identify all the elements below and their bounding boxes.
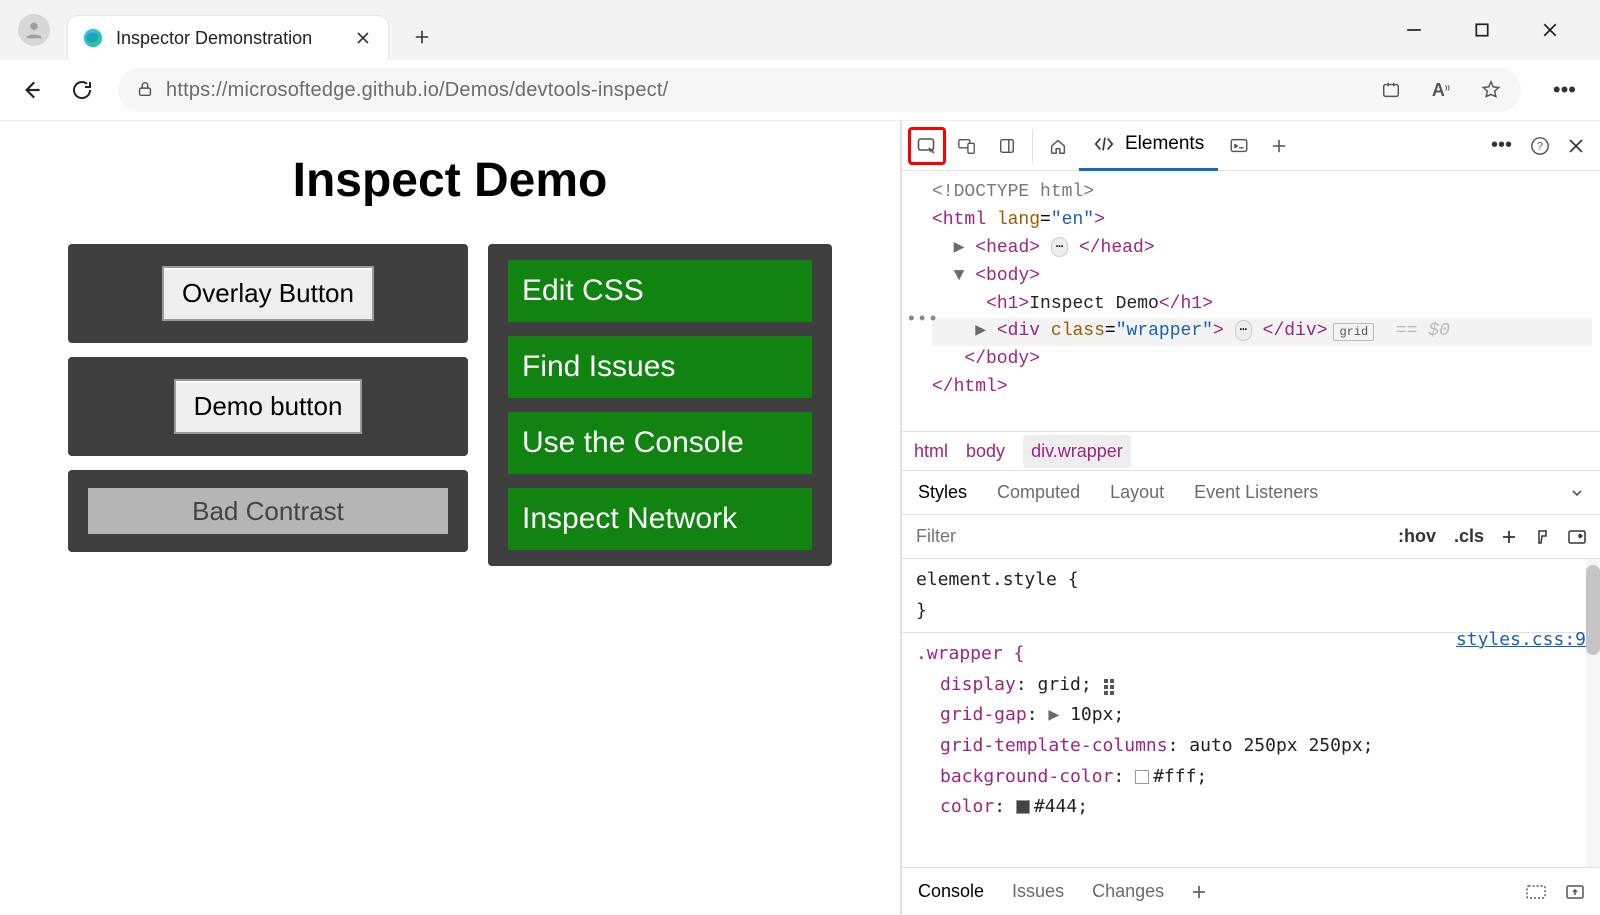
paint-icon[interactable] [1534,529,1550,545]
panel-toggle-icon[interactable] [1568,530,1586,544]
drawer-tab-issues[interactable]: Issues [1012,881,1064,902]
demo-card-2: Demo button [68,357,468,456]
lock-icon [136,80,156,100]
window-close-button[interactable] [1540,20,1560,40]
dock-button[interactable] [988,127,1026,165]
panel-tabs-expand-icon[interactable] [1570,486,1584,500]
dom-selected-node[interactable]: ▶ <div class="wrapper"> ⋯ </div>grid == … [932,318,1592,346]
welcome-tab-button[interactable] [1039,127,1077,165]
edge-icon [82,27,104,49]
styles-rules[interactable]: element.style { } styles.css:9 .wrapper … [902,559,1600,867]
drawer-expand-icon[interactable] [1566,885,1584,899]
browser-tab[interactable]: Inspector Demonstration [68,16,388,60]
inspect-element-button[interactable] [908,127,946,165]
devtools-drawer: Console Issues Changes [902,867,1600,915]
devtools-more-button[interactable]: ••• [1491,134,1512,157]
overlay-button[interactable]: Overlay Button [162,266,374,321]
titlebar: Inspector Demonstration [0,0,1600,60]
grid-swatch-icon [1103,678,1117,692]
styles-scrollbar[interactable] [1586,559,1600,867]
devtools-toolbar: Elements ••• ? [902,121,1600,171]
demo-card-1: Overlay Button [68,244,468,343]
selection-marker-icon: ••• [906,307,938,335]
link-edit-css[interactable]: Edit CSS [508,260,812,322]
crumb-body[interactable]: body [966,441,1005,462]
tab-layout[interactable]: Layout [1110,482,1164,503]
new-style-button[interactable] [1502,530,1516,544]
devtools-close-button[interactable] [1568,138,1584,154]
refresh-button[interactable] [60,68,104,112]
window-minimize-button[interactable] [1404,20,1424,40]
address-field[interactable]: https://microsoftedge.github.io/Demos/de… [118,68,1521,112]
tab-close-button[interactable] [354,29,372,47]
back-button[interactable] [10,68,54,112]
devtools-help-button[interactable]: ? [1530,136,1550,156]
styles-filter-row: :hov .cls [902,515,1600,559]
page-heading: Inspect Demo [68,153,832,208]
drawer-tab-console[interactable]: Console [918,881,984,902]
dom-breadcrumb: html body div.wrapper [902,431,1600,471]
source-link[interactable]: styles.css:9 [1456,625,1586,656]
devtools-panel: Elements ••• ? ••• <!DOCTYPE html> <html… [900,121,1600,915]
dom-tree[interactable]: ••• <!DOCTYPE html> <html lang="en"> ▶ <… [902,171,1600,431]
favorite-icon[interactable] [1479,78,1503,102]
profile-avatar[interactable] [18,14,50,46]
crumb-div-wrapper[interactable]: div.wrapper [1023,435,1131,468]
drawer-dock-icon[interactable] [1526,885,1546,899]
device-toggle-button[interactable] [948,127,986,165]
read-aloud-icon[interactable]: A⁾⁾ [1429,78,1453,102]
cls-toggle[interactable]: .cls [1454,526,1484,547]
console-tab-button[interactable] [1220,127,1258,165]
rendered-page: Inspect Demo Overlay Button Demo button … [0,121,900,915]
url-text: https://microsoftedge.github.io/Demos/de… [166,79,668,102]
svg-text:?: ? [1537,140,1543,152]
new-tab-button[interactable] [402,17,442,57]
demo-button[interactable]: Demo button [174,379,363,434]
drawer-add-button[interactable] [1192,885,1206,899]
demo-card-3: Bad Contrast [68,470,468,552]
address-bar: https://microsoftedge.github.io/Demos/de… [0,60,1600,120]
window-maximize-button[interactable] [1472,20,1492,40]
styles-panel-tabs: Styles Computed Layout Event Listeners [902,471,1600,515]
drawer-tab-changes[interactable]: Changes [1092,881,1164,902]
link-find-issues[interactable]: Find Issues [508,336,812,398]
crumb-html[interactable]: html [914,441,948,462]
tab-computed[interactable]: Computed [997,482,1080,503]
link-inspect-network[interactable]: Inspect Network [508,488,812,550]
styles-filter-input[interactable] [902,515,1384,558]
app-icon[interactable] [1379,78,1403,102]
elements-tab[interactable]: Elements [1079,121,1218,171]
demo-card-right: Edit CSS Find Issues Use the Console Ins… [488,244,832,566]
tab-styles[interactable]: Styles [918,482,967,503]
hov-toggle[interactable]: :hov [1398,526,1436,547]
add-tab-button[interactable] [1260,127,1298,165]
tab-event-listeners[interactable]: Event Listeners [1194,482,1318,503]
bad-contrast-box: Bad Contrast [88,488,448,534]
link-use-console[interactable]: Use the Console [508,412,812,474]
tab-title: Inspector Demonstration [116,28,342,49]
settings-more-button[interactable]: ••• [1553,77,1576,103]
